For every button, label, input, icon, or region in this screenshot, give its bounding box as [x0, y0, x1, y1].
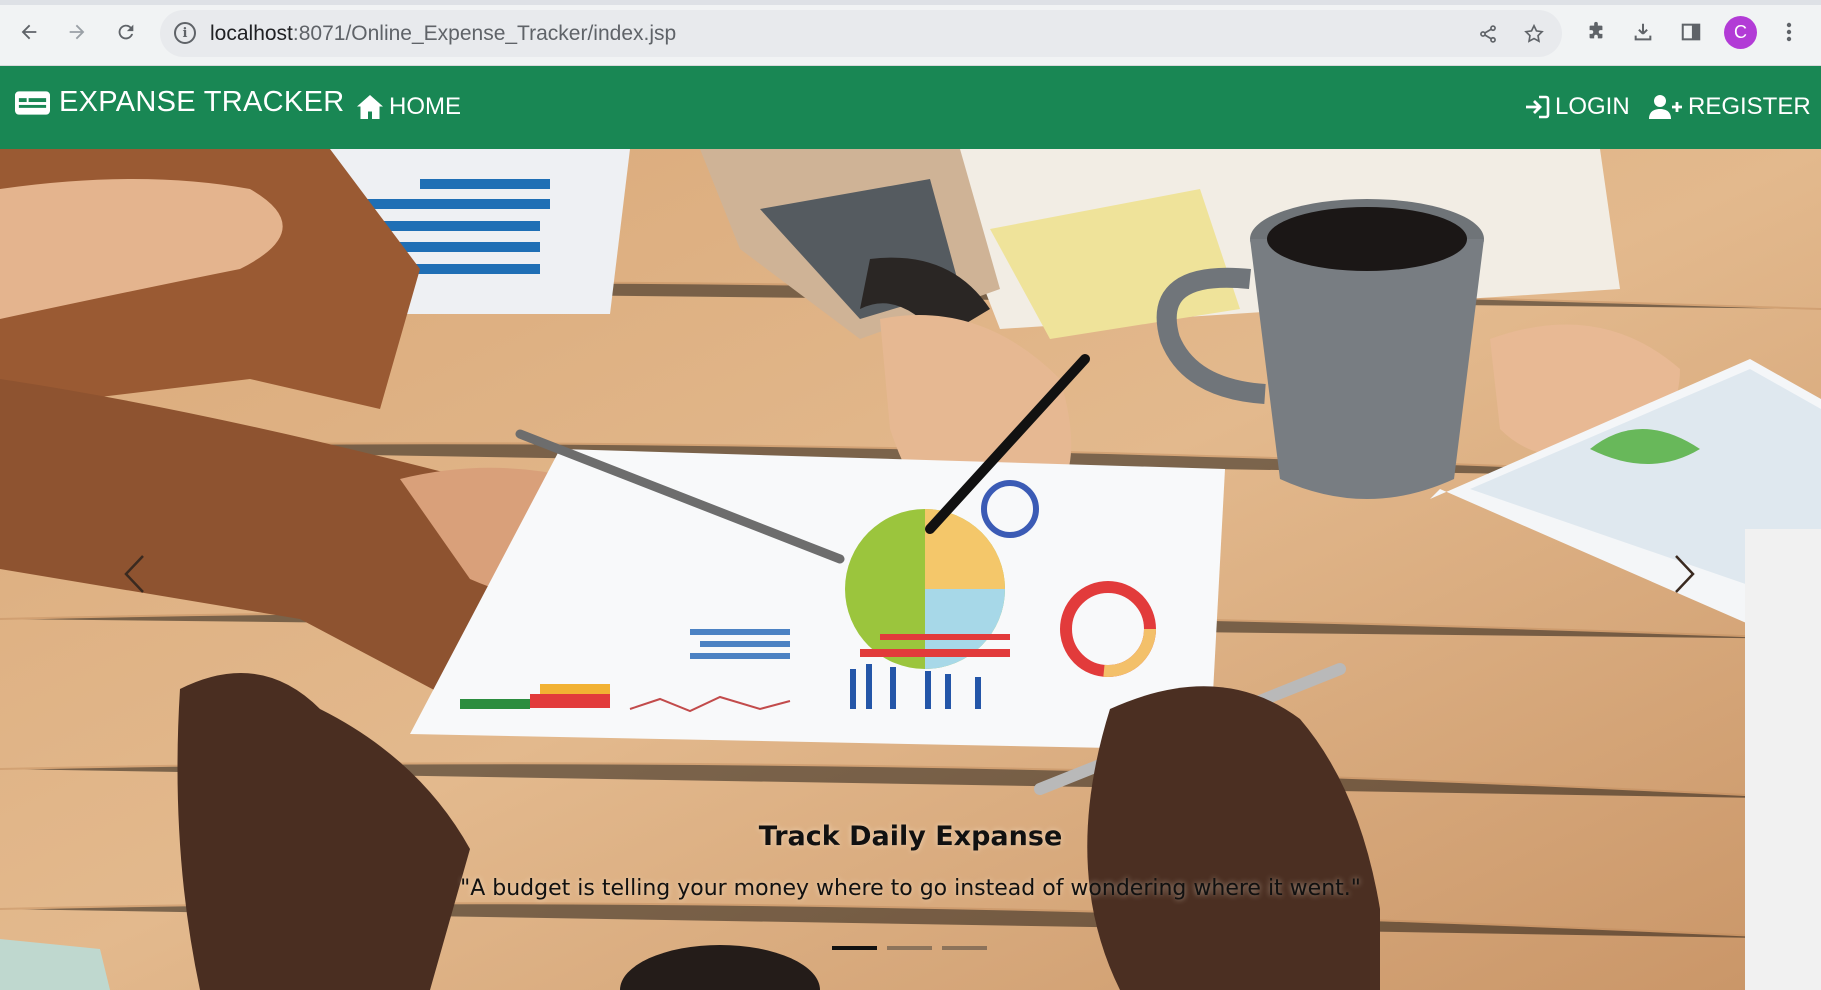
id-card-icon: [15, 90, 50, 115]
profile-avatar[interactable]: C: [1724, 16, 1757, 49]
url-path: :8071/Online_Expense_Tracker/index.jsp: [292, 22, 677, 45]
forward-arrow-icon[interactable]: [62, 17, 92, 47]
browser-toolbar: i localhost:8071/Online_Expense_Tracker/…: [0, 0, 1821, 66]
nav-login-link[interactable]: LOGIN: [1524, 93, 1630, 121]
hero-carousel: Track Daily Expanse "A budget is telling…: [0, 149, 1821, 990]
home-icon: [357, 95, 383, 119]
carousel-indicators: [832, 946, 987, 950]
share-icon[interactable]: [1476, 22, 1500, 46]
site-info-icon[interactable]: i: [174, 22, 196, 44]
brand-link[interactable]: EXPANSE TRACKER: [15, 86, 344, 119]
address-bar[interactable]: i localhost:8071/Online_Expense_Tracker/…: [160, 10, 1562, 57]
chevron-left-icon: [124, 555, 144, 593]
reload-icon[interactable]: [111, 17, 141, 47]
caption-quote: "A budget is telling your money where to…: [460, 876, 1361, 901]
profile-initial: C: [1734, 22, 1747, 42]
extensions-puzzle-icon[interactable]: [1582, 18, 1610, 46]
carousel-next-button[interactable]: [1655, 544, 1715, 604]
nav-home-link[interactable]: HOME: [356, 93, 461, 121]
bookmark-star-icon[interactable]: [1522, 22, 1546, 46]
site-navbar: EXPANSE TRACKER HOME LOGIN REGISTER: [0, 66, 1821, 149]
carousel-indicator-1[interactable]: [832, 946, 877, 950]
carousel-indicator-2[interactable]: [887, 946, 932, 950]
nav-register-link[interactable]: REGISTER: [1649, 93, 1811, 121]
back-arrow-icon[interactable]: [14, 17, 44, 47]
tab-strip-edge: [0, 0, 1821, 5]
url-text[interactable]: localhost:8071/Online_Expense_Tracker/in…: [210, 22, 676, 46]
nav-home-label: HOME: [389, 93, 461, 120]
sign-in-icon: [1526, 95, 1550, 119]
nav-login-label: LOGIN: [1555, 93, 1630, 120]
side-panel-icon[interactable]: [1677, 18, 1705, 46]
carousel-image: [0, 149, 1821, 990]
url-host: localhost: [210, 22, 293, 45]
kebab-menu-icon[interactable]: [1775, 18, 1803, 46]
nav-register-label: REGISTER: [1688, 93, 1811, 120]
caption-title: Track Daily Expanse: [758, 821, 1063, 852]
chevron-right-icon: [1675, 555, 1695, 593]
carousel-prev-button[interactable]: [104, 544, 164, 604]
download-icon[interactable]: [1629, 18, 1657, 46]
brand-title: EXPANSE TRACKER: [59, 86, 345, 118]
carousel-indicator-3[interactable]: [942, 946, 987, 950]
user-plus-icon: [1649, 95, 1682, 119]
